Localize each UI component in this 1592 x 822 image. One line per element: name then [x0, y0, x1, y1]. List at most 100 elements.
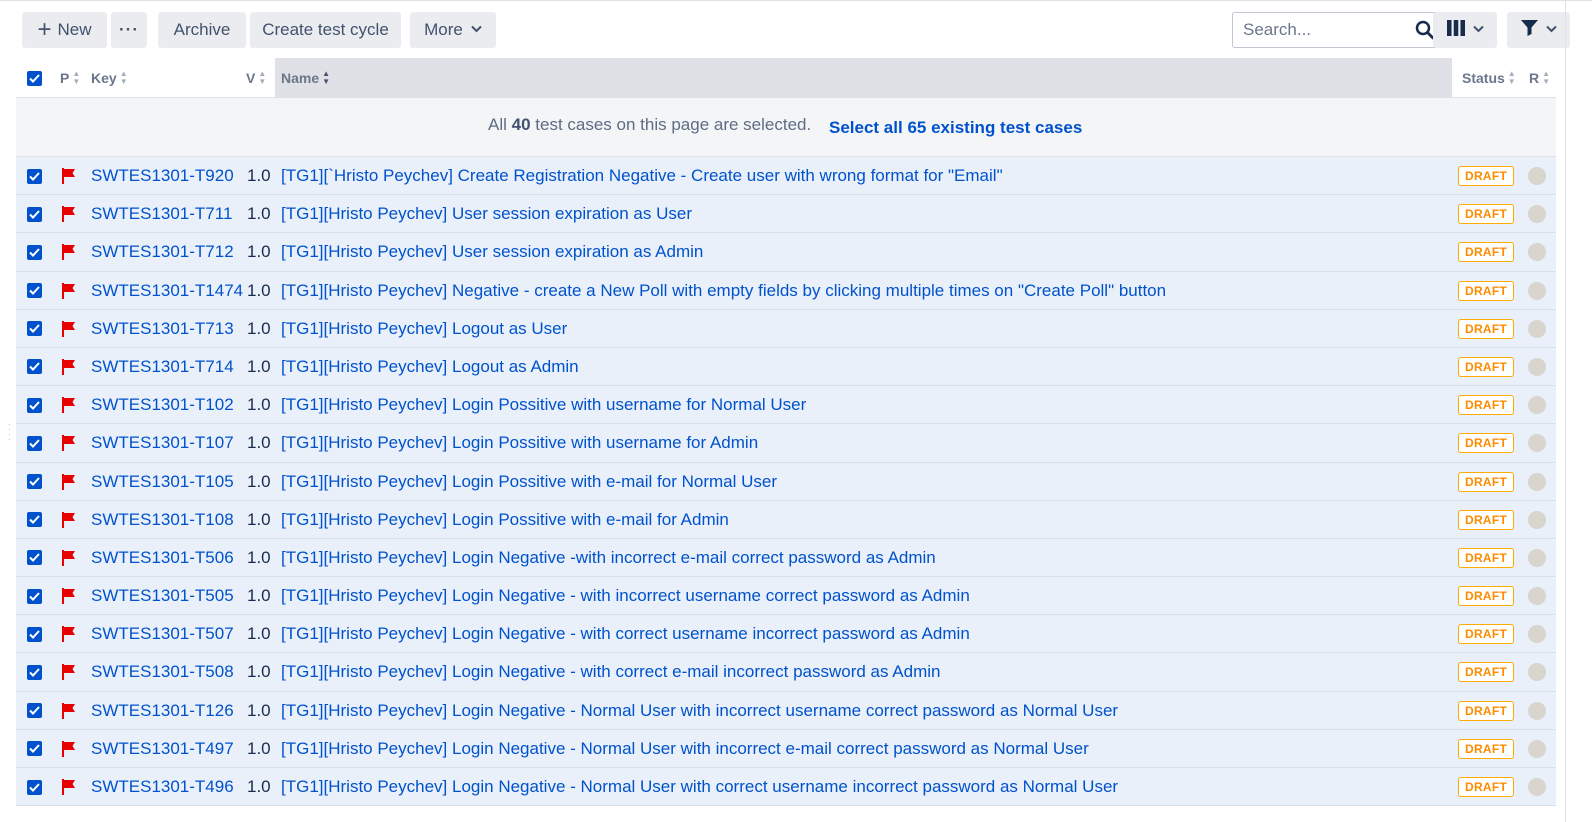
search-input[interactable] [1241, 19, 1411, 41]
row-checkbox[interactable] [27, 463, 42, 501]
table-row[interactable]: SWTES1301-T505 1.0 [TG1][Hristo Peychev]… [16, 577, 1556, 616]
test-case-name[interactable]: [TG1][Hristo Peychev] Login Possitive wi… [281, 424, 758, 462]
test-case-key[interactable]: SWTES1301-T711 [91, 195, 232, 233]
test-case-key[interactable]: SWTES1301-T507 [91, 615, 234, 653]
table-row[interactable]: SWTES1301-T107 1.0 [TG1][Hristo Peychev]… [16, 424, 1556, 463]
test-case-name[interactable]: [TG1][Hristo Peychev] Login Negative - w… [281, 577, 970, 615]
test-case-version: 1.0 [247, 509, 271, 529]
columns-icon [1446, 19, 1465, 41]
test-case-name[interactable]: [TG1][Hristo Peychev] Login Negative - w… [281, 653, 940, 691]
create-test-cycle-button[interactable]: Create test cycle [250, 12, 401, 48]
test-case-key[interactable]: SWTES1301-T505 [91, 577, 234, 615]
test-case-name[interactable]: [TG1][Hristo Peychev] Login Possitive wi… [281, 501, 729, 539]
row-checkbox[interactable] [27, 310, 42, 348]
row-checkbox[interactable] [27, 692, 42, 730]
filter-button[interactable] [1507, 12, 1570, 48]
test-case-key[interactable]: SWTES1301-T712 [91, 233, 234, 271]
column-header-key[interactable]: Key ▲ ▼ [91, 58, 128, 98]
flag-icon [62, 501, 76, 539]
column-header-status[interactable]: Status ▲ ▼ [1462, 58, 1516, 98]
test-case-key[interactable]: SWTES1301-T508 [91, 653, 234, 691]
table-row[interactable]: SWTES1301-T920 1.0 [TG1][`Hristo Peychev… [16, 157, 1556, 196]
table-row[interactable]: SWTES1301-T126 1.0 [TG1][Hristo Peychev]… [16, 691, 1556, 730]
more-actions-button[interactable]: ··· [111, 12, 147, 48]
test-case-name[interactable]: [TG1][Hristo Peychev] User session expir… [281, 233, 703, 271]
row-checkbox[interactable] [27, 730, 42, 768]
test-case-name[interactable]: [TG1][Hristo Peychev] Logout as Admin [281, 348, 579, 386]
row-checkbox[interactable] [27, 577, 42, 615]
test-case-key[interactable]: SWTES1301-T102 [91, 386, 234, 424]
table-row[interactable]: SWTES1301-T714 1.0 [TG1][Hristo Peychev]… [16, 347, 1556, 387]
archive-button[interactable]: Archive [158, 12, 246, 48]
test-case-name[interactable]: [TG1][Hristo Peychev] Login Negative -wi… [281, 539, 936, 577]
search-icon[interactable] [1415, 20, 1435, 45]
status-badge: DRAFT [1458, 653, 1515, 691]
search-field [1232, 12, 1442, 48]
test-case-key[interactable]: SWTES1301-T105 [91, 463, 234, 501]
test-case-name[interactable]: [TG1][Hristo Peychev] Negative - create … [281, 272, 1166, 310]
table-row[interactable]: SWTES1301-T712 1.0 [TG1][Hristo Peychev]… [16, 233, 1556, 272]
test-case-key[interactable]: SWTES1301-T108 [91, 501, 234, 539]
row-checkbox[interactable] [27, 768, 42, 806]
status-badge: DRAFT [1458, 157, 1515, 195]
row-checkbox[interactable] [27, 539, 42, 577]
test-case-version: 1.0 [247, 700, 271, 720]
test-case-key[interactable]: SWTES1301-T920 [91, 157, 234, 195]
row-checkbox[interactable] [27, 424, 42, 462]
test-case-name[interactable]: [TG1][`Hristo Peychev] Create Registrati… [281, 157, 1003, 195]
table-row[interactable]: SWTES1301-T496 1.0 [TG1][Hristo Peychev]… [16, 768, 1556, 807]
test-case-key[interactable]: SWTES1301-T1474 [91, 272, 243, 310]
test-case-name[interactable]: [TG1][Hristo Peychev] Login Possitive wi… [281, 463, 777, 501]
flag-icon [62, 272, 76, 310]
column-header-name[interactable]: Name ▲ ▼ [281, 58, 330, 98]
columns-button[interactable] [1433, 12, 1497, 48]
row-checkbox[interactable] [27, 348, 42, 386]
column-header-priority[interactable]: P ▲ ▼ [60, 58, 80, 98]
table-row[interactable]: SWTES1301-T1474 1.0 [TG1][Hristo Peychev… [16, 271, 1556, 310]
table-row[interactable]: SWTES1301-T711 1.0 [TG1][Hristo Peychev]… [16, 195, 1556, 234]
name-column-highlight [275, 58, 1452, 98]
result-indicator [1528, 157, 1546, 195]
table-row[interactable]: SWTES1301-T508 1.0 [TG1][Hristo Peychev]… [16, 653, 1556, 692]
row-checkbox[interactable] [27, 615, 42, 653]
result-indicator [1528, 539, 1546, 577]
table-row[interactable]: SWTES1301-T506 1.0 [TG1][Hristo Peychev]… [16, 538, 1556, 578]
row-checkbox[interactable] [27, 233, 42, 271]
row-checkbox[interactable] [27, 653, 42, 691]
resize-grip-icon[interactable]: · · · · [8, 421, 11, 444]
test-case-name[interactable]: [TG1][Hristo Peychev] User session expir… [281, 195, 692, 233]
test-case-name[interactable]: [TG1][Hristo Peychev] Login Negative - N… [281, 692, 1118, 730]
test-case-version: 1.0 [247, 356, 271, 376]
table-row[interactable]: SWTES1301-T497 1.0 [TG1][Hristo Peychev]… [16, 729, 1556, 768]
select-all-checkbox[interactable] [27, 58, 42, 98]
row-checkbox[interactable] [27, 386, 42, 424]
test-case-key[interactable]: SWTES1301-T506 [91, 539, 234, 577]
table-row[interactable]: SWTES1301-T507 1.0 [TG1][Hristo Peychev]… [16, 615, 1556, 654]
table-row[interactable]: SWTES1301-T713 1.0 [TG1][Hristo Peychev]… [16, 309, 1556, 348]
column-header-version[interactable]: V ▲ ▼ [246, 58, 266, 98]
test-case-version: 1.0 [247, 777, 271, 796]
test-case-key[interactable]: SWTES1301-T496 [91, 768, 234, 806]
result-indicator [1528, 195, 1546, 233]
test-case-key[interactable]: SWTES1301-T107 [91, 424, 234, 462]
select-all-existing-link[interactable]: Select all 65 existing test cases [829, 118, 1082, 138]
more-dropdown-button[interactable]: More [410, 12, 496, 48]
test-case-name[interactable]: [TG1][Hristo Peychev] Login Negative - N… [281, 730, 1089, 768]
table-row[interactable]: SWTES1301-T105 1.0 [TG1][Hristo Peychev]… [16, 462, 1556, 501]
test-case-name[interactable]: [TG1][Hristo Peychev] Logout as User [281, 310, 567, 348]
table-row[interactable]: SWTES1301-T108 1.0 [TG1][Hristo Peychev]… [16, 500, 1556, 539]
row-checkbox[interactable] [27, 195, 42, 233]
column-header-result[interactable]: R ▲ ▼ [1529, 58, 1550, 98]
test-case-name[interactable]: [TG1][Hristo Peychev] Login Negative - w… [281, 615, 970, 653]
row-checkbox[interactable] [27, 157, 42, 195]
new-button[interactable]: + New [22, 12, 107, 48]
row-checkbox[interactable] [27, 501, 42, 539]
test-case-key[interactable]: SWTES1301-T497 [91, 730, 234, 768]
test-case-name[interactable]: [TG1][Hristo Peychev] Login Negative - N… [281, 768, 1118, 806]
test-case-key[interactable]: SWTES1301-T714 [91, 348, 234, 386]
test-case-key[interactable]: SWTES1301-T126 [91, 692, 234, 730]
table-row[interactable]: SWTES1301-T102 1.0 [TG1][Hristo Peychev]… [16, 386, 1556, 425]
test-case-name[interactable]: [TG1][Hristo Peychev] Login Possitive wi… [281, 386, 806, 424]
test-case-key[interactable]: SWTES1301-T713 [91, 310, 234, 348]
row-checkbox[interactable] [27, 272, 42, 310]
